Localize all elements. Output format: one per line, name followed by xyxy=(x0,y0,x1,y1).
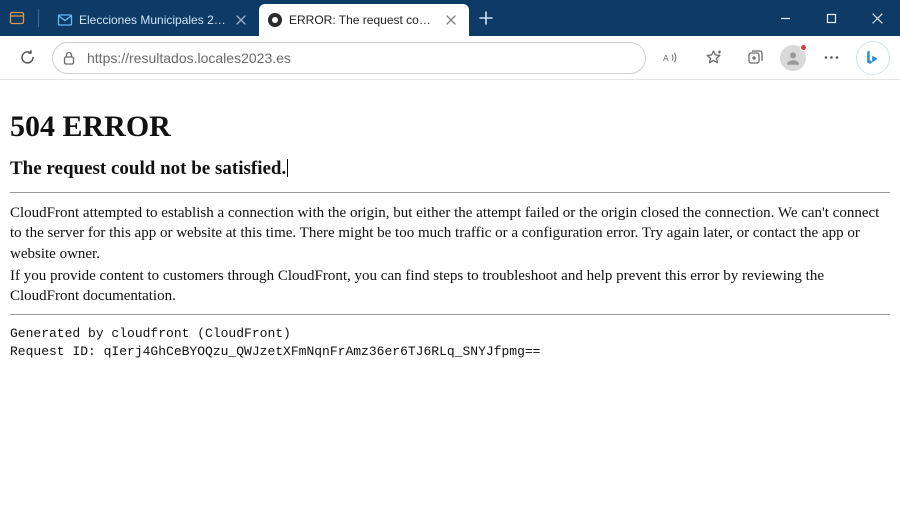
browser-toolbar: A xyxy=(0,36,900,80)
close-window-button[interactable] xyxy=(854,0,900,36)
collections-button[interactable] xyxy=(738,41,772,75)
error-subheading-text: The request could not be satisfied. xyxy=(10,158,286,179)
divider xyxy=(10,314,890,315)
svg-text:A: A xyxy=(663,53,669,63)
notification-dot-icon xyxy=(800,44,807,51)
tab-strip: Elecciones Municipales 2023 | Ele ERROR:… xyxy=(49,0,469,36)
more-menu-button[interactable] xyxy=(814,41,848,75)
close-icon[interactable] xyxy=(233,12,249,28)
page-content: 504 ERROR The request could not be satis… xyxy=(0,80,900,372)
refresh-button[interactable] xyxy=(10,41,44,75)
read-aloud-button[interactable]: A xyxy=(654,41,688,75)
titlebar-separator xyxy=(38,9,39,27)
error-subheading: The request could not be satisfied. xyxy=(10,158,890,180)
error-page-icon xyxy=(267,12,283,28)
tab-inactive[interactable]: Elecciones Municipales 2023 | Ele xyxy=(49,4,259,36)
new-tab-button[interactable] xyxy=(471,3,501,33)
mail-icon xyxy=(57,12,73,28)
tab-label: Elecciones Municipales 2023 | Ele xyxy=(79,13,227,27)
error-details: Generated by cloudfront (CloudFront) Req… xyxy=(10,325,890,361)
window-controls xyxy=(762,0,900,36)
profile-avatar[interactable] xyxy=(780,45,806,71)
bing-chat-button[interactable] xyxy=(856,41,890,75)
error-paragraph-2: If you provide content to customers thro… xyxy=(10,266,890,307)
tab-label: ERROR: The request could not be xyxy=(289,13,437,27)
url-input[interactable] xyxy=(85,49,635,67)
site-info-icon[interactable] xyxy=(61,50,77,66)
calendar-icon[interactable] xyxy=(8,9,26,27)
favorites-button[interactable] xyxy=(696,41,730,75)
error-heading: 504 ERROR xyxy=(10,110,890,144)
window-titlebar: Elecciones Municipales 2023 | Ele ERROR:… xyxy=(0,0,900,36)
tab-active[interactable]: ERROR: The request could not be xyxy=(259,4,469,36)
titlebar-spacer xyxy=(505,0,762,36)
titlebar-left-icons xyxy=(6,0,49,36)
minimize-button[interactable] xyxy=(762,0,808,36)
close-icon[interactable] xyxy=(443,12,459,28)
address-bar[interactable] xyxy=(52,42,646,74)
maximize-button[interactable] xyxy=(808,0,854,36)
error-paragraph-1: CloudFront attempted to establish a conn… xyxy=(10,203,890,264)
text-cursor-icon xyxy=(287,159,288,177)
divider xyxy=(10,192,890,193)
